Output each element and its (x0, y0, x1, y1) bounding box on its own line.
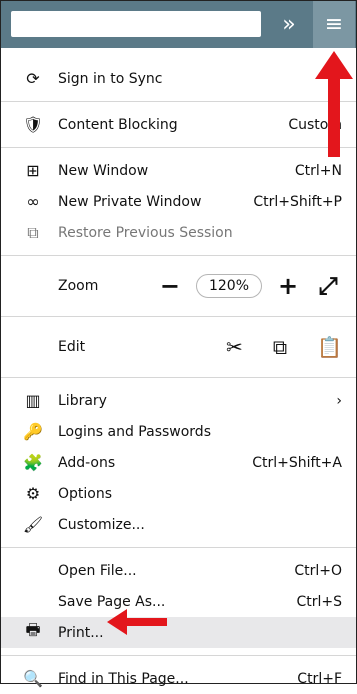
zoom-in-button[interactable]: + (274, 272, 302, 300)
open-file-item[interactable]: Open File... Ctrl+O (1, 555, 356, 586)
save-page-item[interactable]: Save Page As... Ctrl+S (1, 586, 356, 617)
zoom-level[interactable]: 120% (195, 274, 262, 298)
overflow-menu-button[interactable]: » (268, 1, 310, 48)
shield-icon: 🛡 (22, 115, 44, 134)
print-item[interactable]: 🖶 Print... (1, 617, 356, 648)
paintbrush-icon: 🖌 (22, 515, 44, 534)
key-icon: 🔑 (23, 422, 43, 441)
edit-controls: ✂ ⧉ 📋 (226, 324, 342, 370)
separator (1, 547, 356, 548)
copy-icon[interactable]: ⧉ (273, 335, 287, 359)
chevron-right-icon: › (336, 392, 342, 409)
customize-item[interactable]: 🖌 Customize... (1, 509, 356, 540)
printer-icon: 🖶 (25, 620, 41, 639)
options-item[interactable]: ⚙ Options (1, 478, 356, 509)
separator (1, 655, 356, 656)
find-in-page-item[interactable]: 🔍 Find in This Page... Ctrl+F (1, 663, 356, 694)
edit-row: Edit ✂ ⧉ 📋 (1, 324, 356, 370)
separator (1, 255, 356, 256)
address-bar[interactable] (11, 11, 261, 37)
sync-icon: ⟳ (26, 69, 40, 88)
toolbar: » ≡ (1, 1, 356, 48)
zoom-row: Zoom − 120% + ⤢ (1, 263, 356, 309)
content-blocking-item[interactable]: 🛡 Content Blocking Custom (1, 109, 356, 140)
paste-icon[interactable]: 📋 (317, 335, 342, 359)
restore-icon: ⧉ (27, 222, 39, 242)
cut-icon[interactable]: ✂ (226, 335, 243, 359)
magnifier-icon: 🔍 (23, 669, 43, 688)
separator (1, 101, 356, 102)
addons-item[interactable]: 🧩 Add-ons Ctrl+Shift+A (1, 447, 356, 478)
library-item[interactable]: ▥ Library › (1, 385, 356, 416)
new-window-icon: ⊞ (26, 161, 40, 180)
gear-icon: ⚙ (25, 484, 41, 503)
hamburger-menu-button[interactable]: ≡ (313, 1, 355, 48)
hamburger-icon: ≡ (324, 12, 344, 37)
annotation-arrow-up (315, 51, 353, 157)
zoom-controls: − 120% + ⤢ (156, 263, 342, 309)
firefox-window: » ≡ ⟳ Sign in to Sync 🛡 Content Blocking… (0, 0, 357, 688)
restore-session-item[interactable]: ⧉ Restore Previous Session (1, 217, 356, 248)
app-menu: ⟳ Sign in to Sync 🛡 Content Blocking Cus… (1, 48, 356, 694)
puzzle-icon: 🧩 (23, 453, 43, 472)
zoom-out-button[interactable]: − (156, 272, 184, 300)
library-icon: ▥ (25, 391, 41, 410)
sign-in-sync-item[interactable]: ⟳ Sign in to Sync (1, 63, 356, 94)
logins-passwords-item[interactable]: 🔑 Logins and Passwords (1, 416, 356, 447)
separator (1, 147, 356, 148)
fullscreen-icon[interactable]: ⤢ (314, 272, 342, 300)
double-chevron-icon: » (282, 12, 296, 37)
separator (1, 377, 356, 378)
mask-icon: ∞ (26, 192, 40, 211)
annotation-arrow-left (107, 609, 167, 635)
separator (1, 316, 356, 317)
new-window-item[interactable]: ⊞ New Window Ctrl+N (1, 155, 356, 186)
new-private-window-item[interactable]: ∞ New Private Window Ctrl+Shift+P (1, 186, 356, 217)
